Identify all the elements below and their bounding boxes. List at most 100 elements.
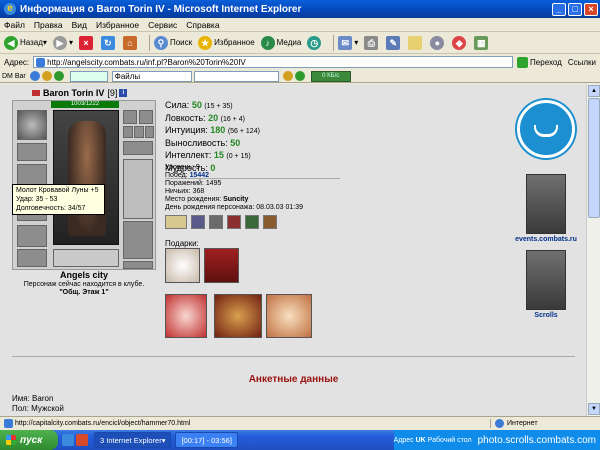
history-button[interactable]: ◷ xyxy=(307,35,323,50)
badge-shield-icon[interactable] xyxy=(245,215,259,229)
start-button[interactable]: пуск xyxy=(0,430,58,450)
menu-tools[interactable]: Сервис xyxy=(148,20,177,30)
status-bar: http://capitalcity.combats.ru/encicl/obj… xyxy=(0,416,600,429)
leggings-slot[interactable] xyxy=(123,261,153,269)
favorites-button[interactable]: ★ Избранное xyxy=(198,35,255,50)
taskbar-ie-group[interactable]: 3 Internet Explorer ▾ xyxy=(94,432,172,448)
refresh-button[interactable]: ↻ xyxy=(100,35,117,50)
gift-item[interactable] xyxy=(204,248,239,283)
stat-row: Интуиция: 180 (56 + 124) xyxy=(165,125,260,135)
security-zone: Интернет xyxy=(490,418,600,428)
back-button[interactable]: ◀ Назад ▾ xyxy=(4,35,47,50)
character-image[interactable] xyxy=(53,110,119,245)
go-button[interactable]: Переход xyxy=(517,56,562,68)
events-link[interactable]: events.combats.ru xyxy=(511,236,581,243)
scrolls-link[interactable]: Scrolls xyxy=(511,312,581,319)
tray-desktop[interactable]: Рабочий стол xyxy=(428,437,472,444)
scrolls-banner[interactable] xyxy=(526,250,566,310)
dm-bar: DM Bar Файлы 0 КБ/с xyxy=(0,70,600,83)
shield-slot[interactable] xyxy=(123,159,153,219)
media-button[interactable]: ♪ Медиа xyxy=(260,35,301,50)
close-button[interactable]: × xyxy=(584,2,598,16)
print-button[interactable]: ⎙ xyxy=(364,35,380,50)
gift-item[interactable] xyxy=(165,294,207,338)
badge-shield-icon[interactable] xyxy=(209,215,223,229)
gloves-slot[interactable] xyxy=(17,225,47,247)
info-level: Уровень: 9 xyxy=(165,164,200,171)
ie-quicklaunch-icon[interactable] xyxy=(62,434,74,446)
discuss-icon xyxy=(408,35,423,50)
scroll-thumb[interactable] xyxy=(588,98,600,218)
dm-settings-icon[interactable] xyxy=(294,71,305,81)
profile-title: Анкетные данные xyxy=(248,374,339,385)
taskbar-game-task[interactable]: [00:17] - 03:56] xyxy=(175,432,238,448)
search-button[interactable]: ⚲ Поиск xyxy=(153,35,192,50)
pocket-slots[interactable] xyxy=(53,249,119,267)
address-input[interactable]: http://angelscity.combats.ru/inf.pl?Baro… xyxy=(33,56,514,68)
messenger-button[interactable]: ● xyxy=(430,35,446,50)
ring-slot-3[interactable] xyxy=(145,126,154,138)
events-banner[interactable] xyxy=(526,174,566,234)
tray-address[interactable]: Адрес xyxy=(394,437,414,444)
history-icon: ◷ xyxy=(307,35,322,50)
quicklaunch-icon[interactable] xyxy=(76,434,88,446)
ring-slot-1[interactable] xyxy=(123,126,133,138)
links-button[interactable]: Ссылки xyxy=(568,58,596,67)
mail-icon: ✉ xyxy=(338,35,353,50)
files-select[interactable]: Файлы xyxy=(111,70,192,82)
belt-slot[interactable] xyxy=(17,249,47,267)
tray-language[interactable]: UK xyxy=(416,437,426,444)
dm-search-input[interactable] xyxy=(193,70,279,82)
discuss-button[interactable] xyxy=(408,35,424,50)
menu-view[interactable]: Вид xyxy=(72,20,87,30)
ring-slot-2[interactable] xyxy=(134,126,144,138)
scroll-down-button[interactable]: ▼ xyxy=(588,403,600,415)
tools-extra-button[interactable]: ▦ xyxy=(474,35,490,50)
mail-button[interactable]: ✉ ▾ xyxy=(338,35,358,50)
toolbar: ◀ Назад ▾ ▶ ▾ × ↻ ⌂ ⚲ Поиск ★ Избранное ♪ Мед… xyxy=(0,32,600,54)
status-url: http://capitalcity.combats.ru/encicl/obj… xyxy=(15,419,191,427)
badge-shield-icon[interactable] xyxy=(191,215,205,229)
profile-sex: Пол: Мужской xyxy=(12,404,64,413)
info-icon[interactable]: i xyxy=(119,89,128,97)
tools-icon: ▦ xyxy=(474,35,489,50)
back-arrow-icon: ◀ xyxy=(4,35,18,50)
scroll-up-button[interactable]: ▲ xyxy=(588,85,600,97)
gift-item[interactable] xyxy=(266,294,312,338)
menu-help[interactable]: Справка xyxy=(186,20,219,30)
badge-shield-icon[interactable] xyxy=(227,215,241,229)
badge-shield-icon[interactable] xyxy=(263,215,277,229)
stat-row: Выносливость: 50 xyxy=(165,137,241,148)
green-dot-icon[interactable] xyxy=(53,71,64,81)
scroll-slot[interactable] xyxy=(123,141,153,155)
character-name-line: Baron Torin IV [9] i xyxy=(32,88,128,98)
globe-icon[interactable] xyxy=(29,71,40,81)
scales-clan-icon[interactable] xyxy=(517,100,575,158)
ie-logo-icon: e xyxy=(4,3,16,15)
earring-slot[interactable] xyxy=(123,110,137,124)
city-name: Angels city xyxy=(59,270,108,280)
minimize-button[interactable]: _ xyxy=(552,2,566,16)
maximize-button[interactable]: □ xyxy=(568,2,582,16)
boots-slot[interactable] xyxy=(123,221,153,259)
alignment-icon xyxy=(32,90,40,96)
menu-file[interactable]: Файл xyxy=(4,20,25,30)
helmet-slot[interactable] xyxy=(17,110,47,140)
edit-button[interactable]: ✎ xyxy=(386,35,402,50)
gift-item[interactable] xyxy=(214,294,262,338)
amulet-slot[interactable] xyxy=(139,110,153,124)
forward-button[interactable]: ▶ ▾ xyxy=(52,35,73,50)
page-icon xyxy=(4,418,13,428)
download-icon[interactable] xyxy=(282,71,293,81)
location-text: Персонаж сейчас находится в клубе. xyxy=(23,281,145,288)
badge-scroll-icon[interactable] xyxy=(165,215,187,229)
bracers-slot[interactable] xyxy=(17,143,47,161)
research-button[interactable]: ◆ xyxy=(452,35,468,50)
menu-favorites[interactable]: Избранное xyxy=(96,20,139,30)
menu-edit[interactable]: Правка xyxy=(34,20,63,30)
dm-icon[interactable] xyxy=(41,71,52,81)
home-button[interactable]: ⌂ xyxy=(122,35,139,50)
gift-item[interactable] xyxy=(165,248,200,283)
stop-button[interactable]: × xyxy=(78,35,95,50)
vertical-scrollbar[interactable]: ▲ ▼ xyxy=(586,84,600,416)
